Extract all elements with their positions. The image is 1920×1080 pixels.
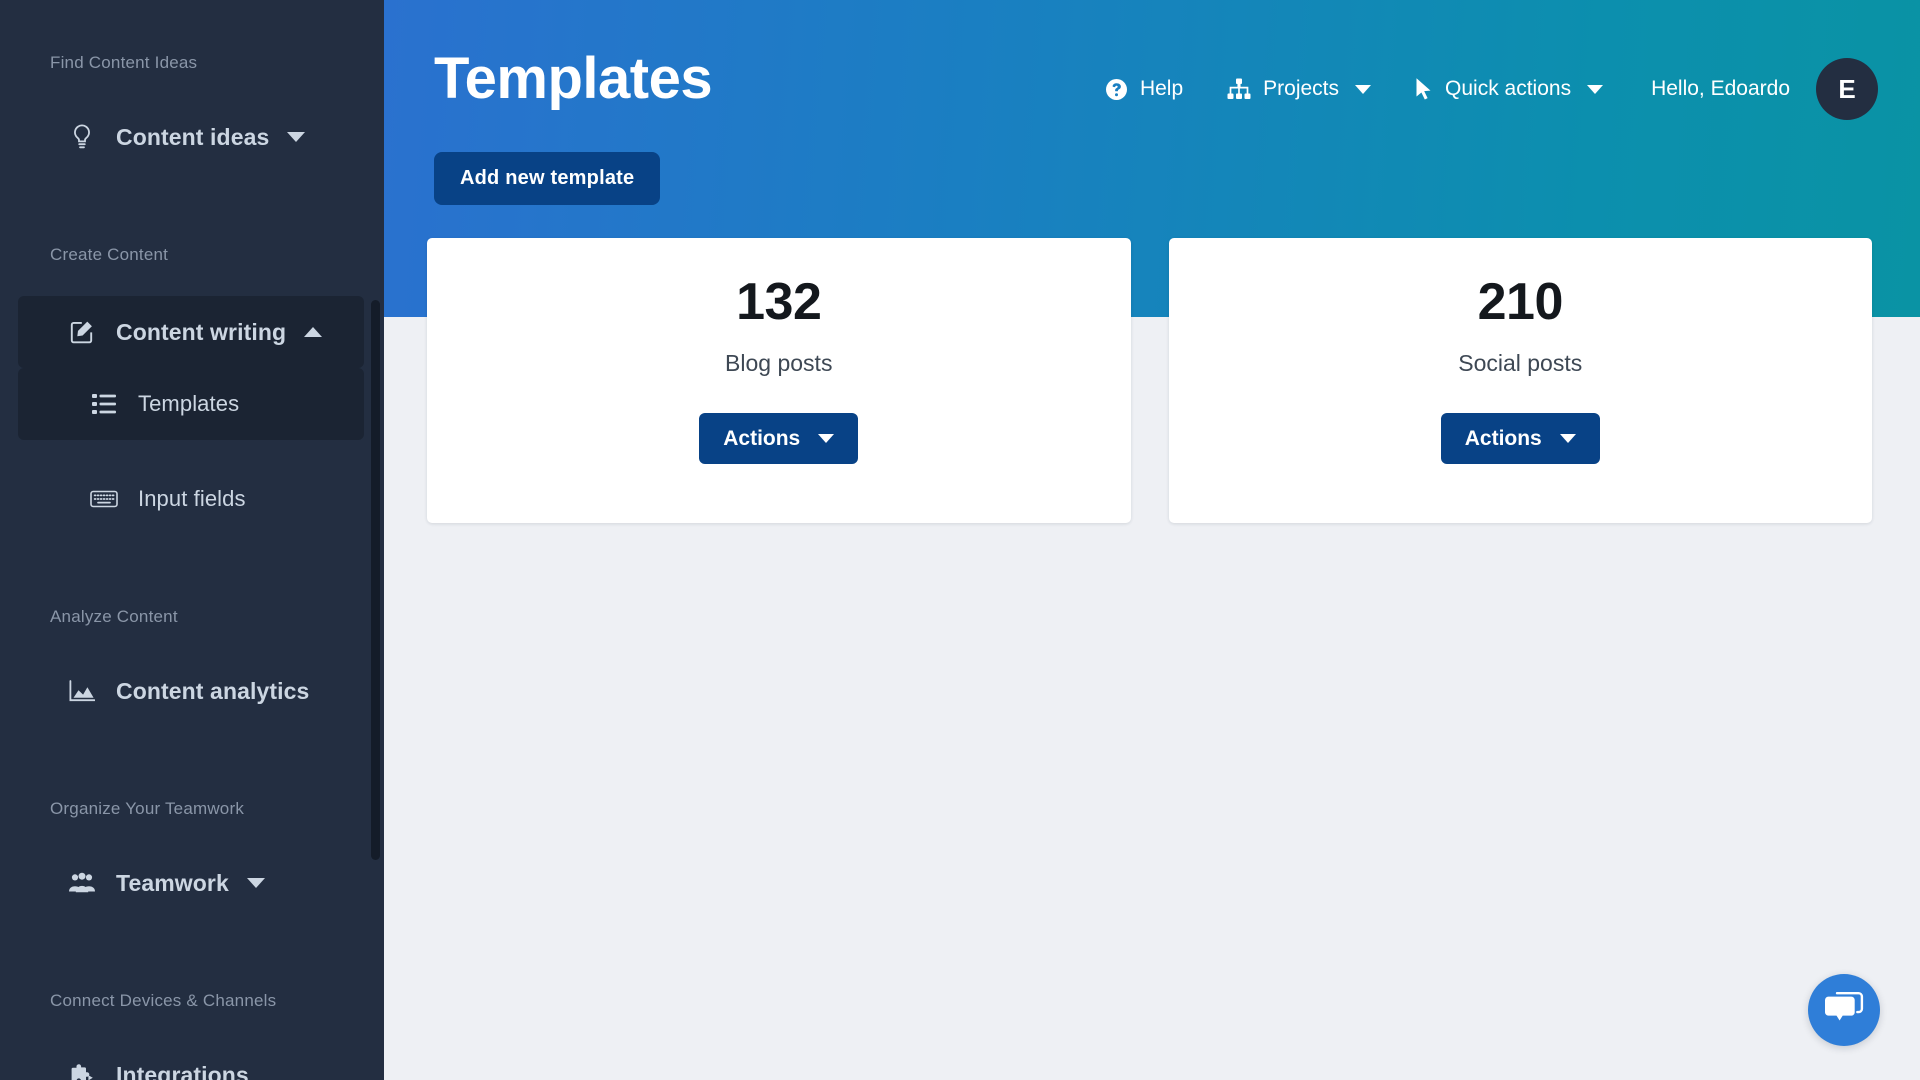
- sidebar-item-label: Teamwork: [116, 869, 229, 896]
- puzzle-piece-icon: [68, 1061, 96, 1080]
- nav-item-help[interactable]: Help: [1105, 77, 1183, 101]
- keyboard-icon: [90, 485, 118, 513]
- stat-card-social-posts: 210 Social posts Actions: [1168, 238, 1872, 523]
- sidebar-item-label: Content analytics: [116, 677, 310, 704]
- chevron-down-icon: [1587, 84, 1604, 94]
- chat-bubbles-icon: [1824, 991, 1864, 1030]
- sidebar-section-label-organize-your-teamwork: Organize Your Teamwork: [50, 799, 245, 818]
- actions-button-label: Actions: [723, 426, 801, 450]
- sidebar-item-label: Input fields: [138, 486, 246, 511]
- sidebar-item-content-analytics[interactable]: Content analytics: [18, 658, 364, 724]
- actions-button-label: Actions: [1464, 426, 1542, 450]
- nav-item-label: Quick actions: [1445, 77, 1572, 100]
- sidebar-item-label: Templates: [138, 391, 240, 416]
- actions-button-blog-posts[interactable]: Actions: [699, 413, 859, 464]
- stat-card-blog-posts: 132 Blog posts Actions: [427, 238, 1131, 523]
- sidebar-item-content-ideas[interactable]: Content ideas: [18, 104, 364, 170]
- sidebar-section-label-create-content: Create Content: [50, 245, 169, 264]
- sidebar-item-label: Integrations: [116, 1061, 249, 1080]
- stat-cards: 132 Blog posts Actions 210 Social posts …: [427, 238, 1872, 523]
- app-root: Find Content Ideas Content ideas Create …: [0, 0, 1920, 1080]
- sidebar-item-integrations[interactable]: Integrations: [18, 1042, 364, 1080]
- lightbulb-icon: [68, 123, 96, 151]
- chevron-down-icon: [1559, 434, 1576, 443]
- stat-value: 132: [736, 273, 822, 331]
- actions-button-social-posts[interactable]: Actions: [1440, 413, 1600, 464]
- sidebar-item-label: Content ideas: [116, 123, 270, 150]
- chevron-down-icon: [1355, 84, 1372, 94]
- question-circle-icon: [1105, 78, 1128, 101]
- nav-item-quick-actions[interactable]: Quick actions: [1415, 77, 1604, 101]
- sitemap-icon: [1227, 78, 1251, 100]
- users-icon: [68, 869, 96, 897]
- main-content: Templates Help Projects Quick actions He…: [384, 0, 1920, 1080]
- stat-label: Blog posts: [725, 350, 833, 376]
- nav-item-label: Help: [1139, 77, 1184, 100]
- user-greeting: Hello, Edoardo: [1651, 77, 1790, 100]
- sidebar-item-templates[interactable]: Templates: [18, 368, 364, 440]
- add-new-template-button[interactable]: Add new template: [434, 152, 661, 205]
- chevron-down-icon: [246, 878, 265, 888]
- chevron-down-icon: [287, 132, 306, 142]
- pencil-square-icon: [68, 318, 96, 346]
- cursor-arrow-icon: [1415, 77, 1433, 101]
- avatar[interactable]: E: [1816, 58, 1878, 120]
- nav-item-label: Projects: [1263, 77, 1340, 100]
- list-icon: [90, 390, 118, 418]
- sidebar-scrollbar[interactable]: [371, 300, 380, 860]
- top-navigation: Help Projects Quick actions Hello, Edoar…: [1061, 58, 1878, 120]
- chevron-down-icon: [818, 434, 835, 443]
- sidebar-section-label-connect-devices-channels: Connect Devices & Channels: [50, 991, 277, 1010]
- sidebar-section-label-find-content-ideas: Find Content Ideas: [50, 53, 198, 72]
- chevron-up-icon: [304, 327, 323, 337]
- sidebar-item-content-writing[interactable]: Content writing: [18, 296, 364, 368]
- sidebar-item-label: Content writing: [116, 318, 287, 345]
- nav-item-projects[interactable]: Projects: [1227, 77, 1372, 101]
- sidebar: Find Content Ideas Content ideas Create …: [0, 0, 384, 1080]
- stat-label: Social posts: [1458, 350, 1583, 376]
- sidebar-item-input-fields[interactable]: Input fields: [18, 466, 364, 532]
- stat-value: 210: [1477, 273, 1564, 331]
- chat-widget-button[interactable]: [1808, 974, 1880, 1046]
- sidebar-item-teamwork[interactable]: Teamwork: [18, 850, 364, 916]
- sidebar-section-label-analyze-content: Analyze Content: [50, 607, 178, 626]
- chart-area-icon: [68, 677, 96, 705]
